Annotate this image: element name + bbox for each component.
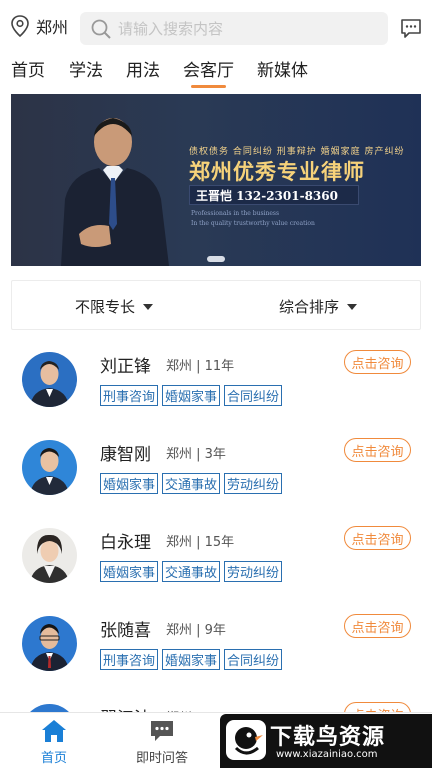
tab-home[interactable]: 首页 [11,56,45,81]
city-label: 郑州 [36,18,69,37]
specialty-tag: 婚姻家事 [100,473,159,494]
search-input[interactable] [118,19,378,38]
lawyer-meta: 郑州 | 3年 [166,447,226,462]
specialty-tag: 合同纠纷 [224,385,283,406]
consult-button[interactable]: 点击咨询 [344,350,411,374]
search-icon [91,19,111,39]
category-tabs: 首页 学法 用法 会客厅 新媒体 [0,52,432,88]
lawyer-list-item[interactable]: 张随喜 郑州 | 9年 点击咨询 刑事咨询 婚姻家事 合同纠纷 [0,614,432,704]
banner-english-line-2: In the quality trustworthy value creatio… [191,220,315,227]
lawyer-meta: 郑州 | 9年 [166,623,226,638]
bottom-tab-home-label: 首页 [40,751,67,766]
avatar [22,528,77,583]
lawyer-name: 康智刚 [100,445,151,465]
lawyer-name: 刘正锋 [100,357,151,377]
lawyer-list-item[interactable]: 刘正锋 郑州 | 11年 点击咨询 刑事咨询 婚姻家事 合同纠纷 [0,350,432,440]
carousel-indicator[interactable] [207,256,225,262]
tab-new-media[interactable]: 新媒体 [257,56,308,81]
chat-icon [151,721,173,741]
top-bar: 郑州 [0,0,432,52]
lawyer-meta: 郑州 | 15年 [166,535,235,550]
sort-filter-label: 综合排序 [279,298,340,316]
lawyer-tags: 刑事咨询 婚姻家事 合同纠纷 [100,649,286,670]
bottom-tab-instant-qa-label: 即时问答 [135,751,188,766]
search-bar[interactable] [80,12,388,45]
specialty-tag: 劳动纠纷 [224,561,283,582]
bottom-tab-instant-qa[interactable]: 即时问答 [127,719,197,766]
avatar [22,440,77,495]
lawyer-meta: 郑州 | 11年 [166,359,235,374]
lawyer-name: 白永理 [100,533,151,553]
lawyer-tags: 婚姻家事 交通事故 劳动纠纷 [100,561,286,582]
caret-down-icon [143,303,154,310]
lawyer-name: 张随喜 [100,621,151,641]
lawyer-list-item[interactable]: 白永理 郑州 | 15年 点击咨询 婚姻家事 交通事故 劳动纠纷 [0,526,432,616]
tab-use-law[interactable]: 用法 [126,56,160,81]
message-icon[interactable] [400,17,422,39]
sort-filter[interactable]: 综合排序 [279,296,358,317]
location-pin-icon [11,15,29,37]
specialty-filter[interactable]: 不限专长 [75,296,154,317]
specialty-tag: 刑事咨询 [100,385,159,406]
specialty-tag: 婚姻家事 [162,649,221,670]
consult-button[interactable]: 点击咨询 [344,526,411,550]
avatar [22,352,77,407]
specialty-tag: 刑事咨询 [100,649,159,670]
lawyer-list-item[interactable]: 康智刚 郑州 | 3年 点击咨询 婚姻家事 交通事故 劳动纠纷 [0,438,432,528]
banner-contact: 王晋恺 132-2301-8360 [189,185,359,205]
specialty-tag: 婚姻家事 [100,561,159,582]
banner-english-line-1: Professionals in the business [191,210,280,217]
specialty-tag: 合同纠纷 [224,649,283,670]
lawyer-portrait [61,118,169,266]
bottom-tab-home[interactable]: 首页 [19,719,89,766]
specialty-tag: 劳动纠纷 [224,473,283,494]
home-icon [42,720,66,742]
location-selector[interactable]: 郑州 [10,14,76,38]
tab-reception-hall[interactable]: 会客厅 [183,56,234,88]
consult-button[interactable]: 点击咨询 [344,614,411,638]
specialty-tag: 交通事故 [162,473,221,494]
caret-down-icon [347,303,358,310]
lawyer-tags: 婚姻家事 交通事故 劳动纠纷 [100,473,286,494]
watermark-logo: 下载鸟资源 www.xiazainiao.com [220,714,432,768]
promo-banner[interactable]: 债权债务 合同纠纷 刑事辩护 婚姻家庭 房产纠纷 郑州优秀专业律师 王晋恺 13… [11,94,421,266]
specialty-filter-label: 不限专长 [75,298,136,316]
lawyer-tags: 刑事咨询 婚姻家事 合同纠纷 [100,385,286,406]
consult-button[interactable]: 点击咨询 [344,438,411,462]
tab-learn-law[interactable]: 学法 [69,56,103,81]
specialty-tag: 交通事故 [162,561,221,582]
banner-headline: 郑州优秀专业律师 [189,159,365,184]
specialty-tag: 婚姻家事 [162,385,221,406]
watermark-title: 下载鸟资源 [270,725,386,750]
watermark-url: www.xiazainiao.com [276,749,378,760]
avatar [22,616,77,671]
filter-bar: 不限专长 综合排序 [11,280,421,330]
bird-logo-icon [226,720,266,760]
